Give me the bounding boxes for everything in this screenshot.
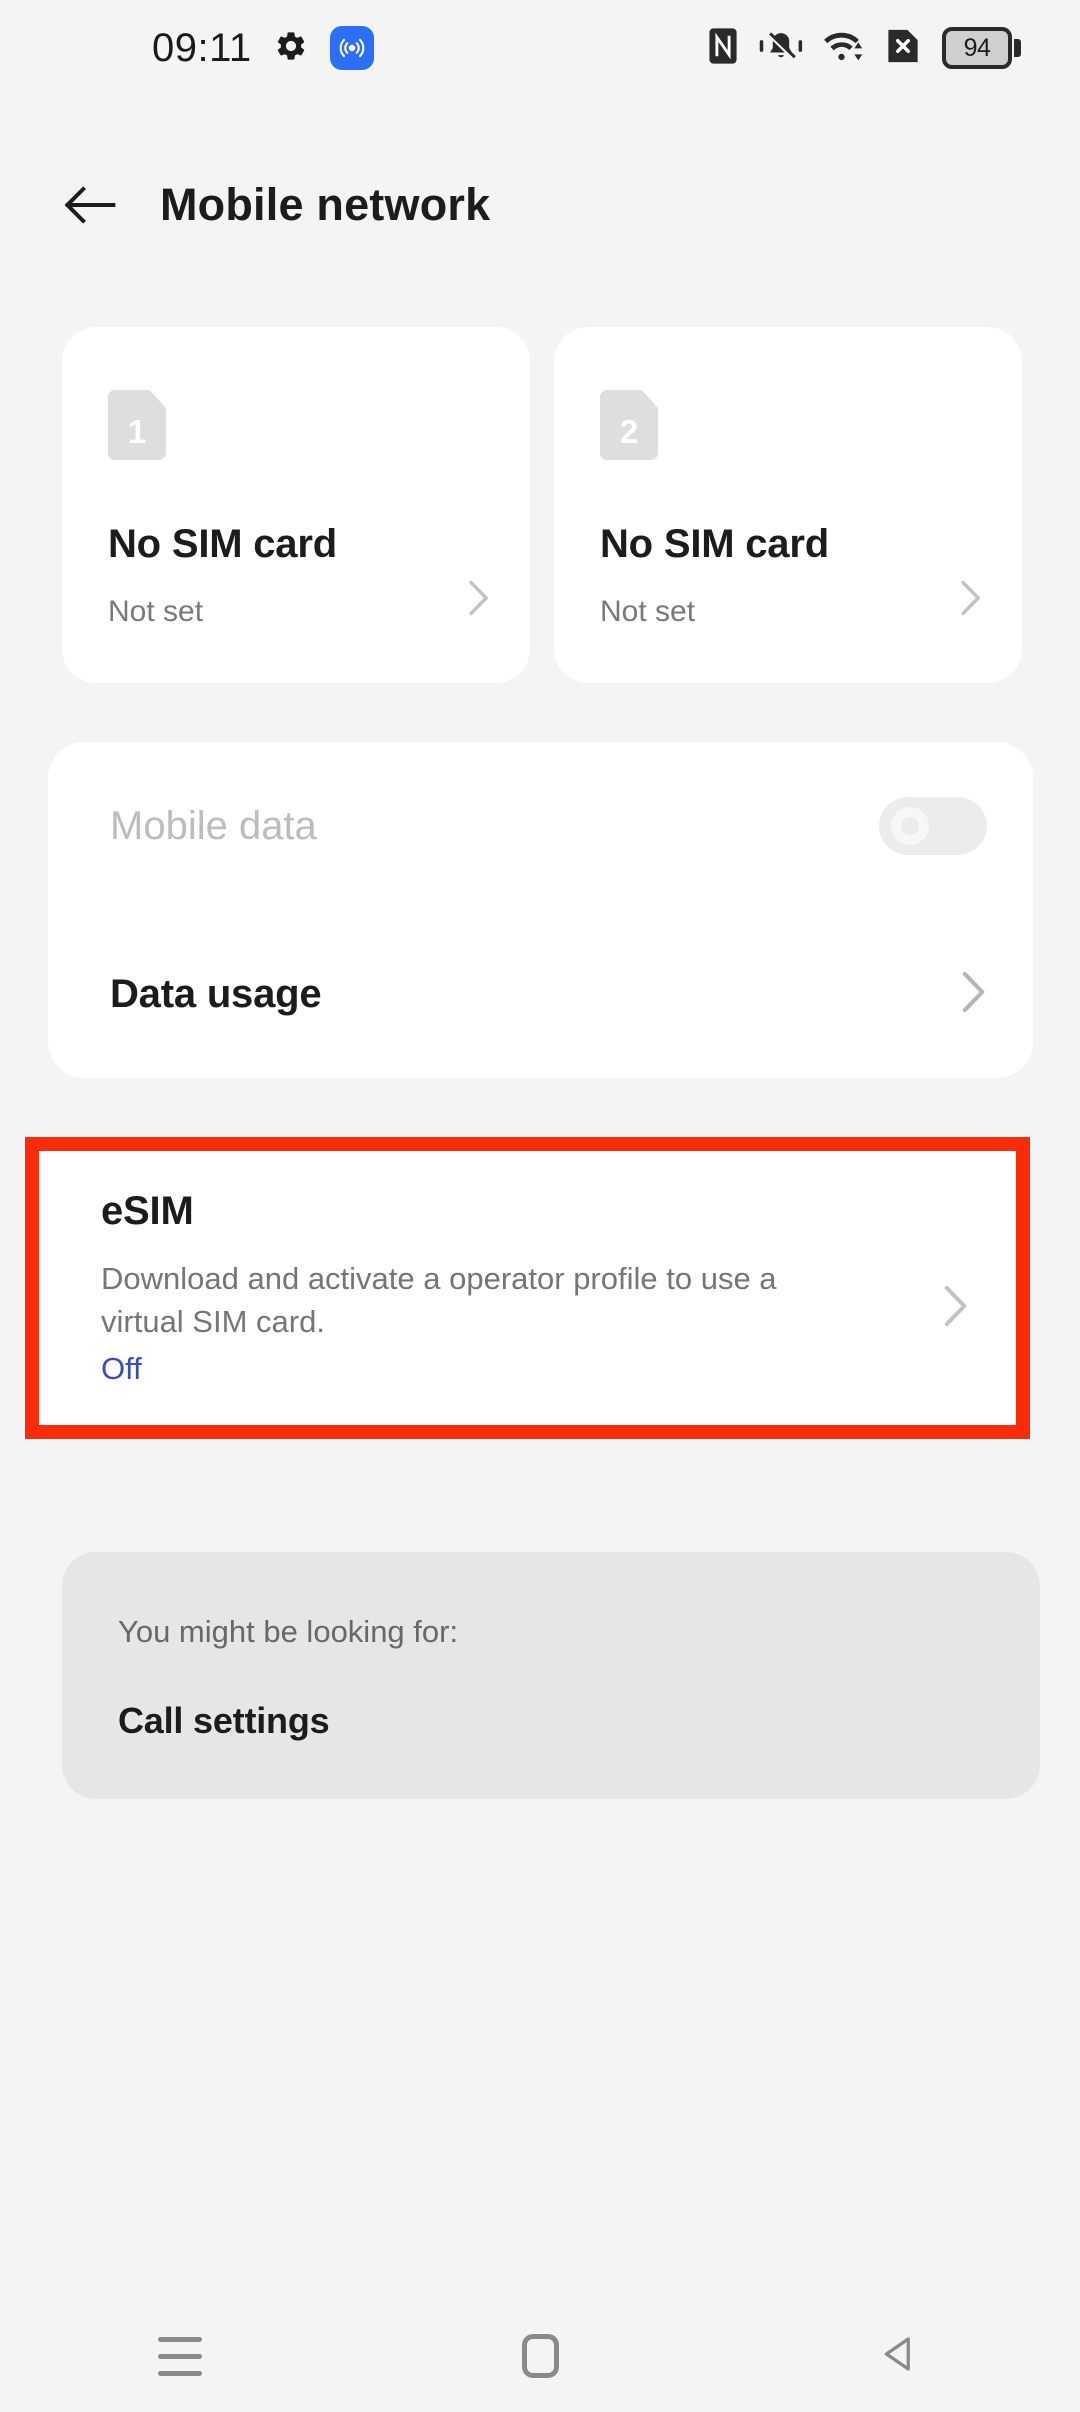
battery-level: 94	[963, 33, 991, 62]
mobile-data-row[interactable]: Mobile data	[48, 742, 1033, 910]
esim-row[interactable]: eSIM Download and activate a operator pr…	[39, 1151, 1016, 1425]
sim-slot-icon: 1	[108, 390, 166, 460]
page-title: Mobile network	[160, 179, 491, 230]
chevron-right-icon	[961, 971, 987, 1018]
wifi-icon	[822, 28, 864, 69]
sim-slot-icon: 2	[600, 390, 658, 460]
recents-button[interactable]	[0, 2300, 360, 2412]
data-usage-row[interactable]: Data usage	[48, 910, 1033, 1078]
mobile-data-toggle[interactable]	[879, 797, 987, 855]
sim-card-1[interactable]: 1 No SIM card Not set	[62, 327, 530, 683]
chevron-right-icon	[468, 580, 490, 621]
navigation-bar	[0, 2300, 1080, 2412]
esim-description: Download and activate a operator profile…	[101, 1261, 777, 1339]
gear-icon	[274, 29, 308, 68]
home-icon	[521, 2334, 559, 2378]
sim-slot-number: 1	[127, 412, 147, 450]
back-button[interactable]	[42, 157, 138, 253]
app-header: Mobile network	[0, 150, 1080, 260]
phone-screen: 09:11 94 Mobile network 1 No SIM card No…	[0, 0, 1080, 2412]
sim-slot-number: 2	[619, 412, 639, 450]
mobile-data-label: Mobile data	[110, 803, 317, 848]
home-button[interactable]	[360, 2300, 720, 2412]
data-usage-label: Data usage	[110, 971, 322, 1016]
vibrate-mute-icon	[759, 28, 803, 69]
suggestion-item-call-settings[interactable]: Call settings	[118, 1700, 330, 1742]
suggestions-card: You might be looking for: Call settings	[62, 1552, 1040, 1799]
chevron-right-icon	[960, 580, 982, 621]
status-bar: 09:11 94	[0, 0, 1080, 96]
sim-card-subtitle: Not set	[600, 595, 696, 628]
sim-cards-row: 1 No SIM card Not set 2 No SIM card Not …	[62, 327, 1022, 683]
back-triangle-icon	[878, 2332, 922, 2381]
status-bar-right: 94	[706, 27, 1036, 70]
mobile-data-card: Mobile data Data usage	[48, 742, 1033, 1078]
esim-highlight-box: eSIM Download and activate a operator pr…	[25, 1137, 1030, 1439]
sim-card-2[interactable]: 2 No SIM card Not set	[554, 327, 1022, 683]
no-sim-icon	[883, 27, 923, 70]
chevron-right-icon	[943, 1285, 969, 1332]
status-clock: 09:11	[152, 25, 252, 70]
sim-card-subtitle: Not set	[108, 595, 204, 628]
status-bar-left: 09:11	[0, 26, 374, 71]
suggestions-label: You might be looking for:	[118, 1614, 459, 1649]
back-arrow-icon	[64, 186, 116, 224]
recents-icon	[158, 2336, 202, 2376]
sim-card-title: No SIM card	[108, 522, 337, 566]
toggle-knob	[891, 807, 929, 845]
esim-state-value: Off	[101, 1351, 142, 1386]
esim-title: eSIM	[101, 1189, 194, 1233]
battery-icon: 94	[942, 27, 1021, 69]
back-nav-button[interactable]	[720, 2300, 1080, 2412]
sim-card-title: No SIM card	[600, 522, 829, 566]
hotspot-icon	[329, 26, 374, 70]
nfc-icon	[706, 27, 740, 70]
